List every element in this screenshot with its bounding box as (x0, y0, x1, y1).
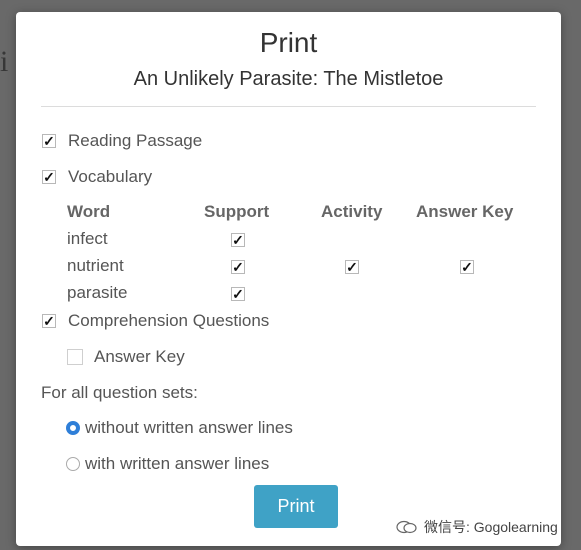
watermark: 微信号: Gogolearning (396, 517, 558, 537)
print-button[interactable]: Print (254, 485, 338, 528)
reading-passage-label: Reading Passage (68, 131, 203, 150)
radio-without-lines-label: without written answer lines (85, 418, 293, 437)
radio-with-lines[interactable]: with written answer lines (66, 454, 269, 474)
vocab-header-support: Support (204, 202, 270, 221)
dialog-subtitle: An Unlikely Parasite: The Mistletoe (133, 68, 444, 90)
radio-button[interactable] (66, 457, 80, 471)
print-dialog: Print An Unlikely Parasite: The Mistleto… (16, 12, 561, 546)
comprehension-checkbox[interactable]: ✓ (42, 314, 56, 328)
reading-passage-checkbox[interactable]: ✓ (42, 134, 56, 148)
divider (41, 106, 536, 107)
nutrient-support-checkbox[interactable]: ✓ (231, 260, 245, 274)
vocabulary-label: Vocabulary (68, 167, 153, 186)
dialog-title: Print (259, 27, 318, 58)
nutrient-activity-checkbox[interactable]: ✓ (345, 260, 359, 274)
question-sets-label: For all question sets: (41, 383, 198, 402)
option-answer-key[interactable]: Answer Key (67, 347, 185, 367)
infect-support-checkbox[interactable]: ✓ (231, 233, 245, 247)
nutrient-answer-key-checkbox[interactable]: ✓ (460, 260, 474, 274)
vocab-word: infect (67, 229, 108, 248)
option-reading-passage[interactable]: ✓ Reading Passage (42, 131, 202, 151)
parasite-support-checkbox[interactable]: ✓ (231, 287, 245, 301)
vocabulary-checkbox[interactable]: ✓ (42, 170, 56, 184)
wechat-icon (396, 520, 417, 534)
watermark-text: 微信号: Gogolearning (424, 519, 558, 535)
answer-key-checkbox[interactable] (67, 349, 83, 365)
vocab-word: nutrient (67, 256, 124, 275)
vocab-header-word: Word (67, 202, 111, 221)
option-vocabulary[interactable]: ✓ Vocabulary (42, 167, 152, 187)
answer-key-label: Answer Key (94, 347, 185, 366)
radio-button-selected[interactable] (66, 421, 80, 435)
comprehension-label: Comprehension Questions (68, 311, 270, 330)
option-comprehension-questions[interactable]: ✓ Comprehension Questions (42, 311, 269, 331)
radio-without-lines[interactable]: without written answer lines (66, 418, 293, 438)
vocab-word: parasite (67, 283, 128, 302)
radio-with-lines-label: with written answer lines (85, 454, 270, 473)
vocab-header-answer-key: Answer Key (416, 202, 514, 221)
vocab-header-activity: Activity (321, 202, 383, 221)
